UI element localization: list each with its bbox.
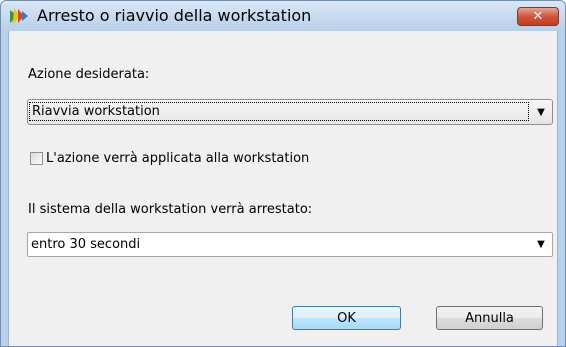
chevron-down-icon: ▼	[537, 106, 545, 118]
apply-checkbox[interactable]	[30, 152, 43, 165]
cancel-button-label: Annulla	[465, 310, 514, 326]
chevron-down-icon: ▼	[537, 239, 545, 250]
action-dropdown-value: Riavvia workstation	[29, 102, 529, 121]
window-title: Arresto o riavvio della workstation	[37, 6, 312, 25]
title-bar[interactable]: Arresto o riavvio della workstation ✕	[1, 1, 565, 31]
close-button[interactable]: ✕	[517, 7, 559, 26]
shutdown-time-dropdown[interactable]: entro 30 secondi ▼	[27, 232, 553, 257]
close-icon: ✕	[532, 9, 544, 24]
dialog-body: Azione desiderata: Riavvia workstation ▼…	[8, 31, 558, 346]
shutdown-label: Il sistema della workstation verrà arres…	[28, 202, 313, 217]
shutdown-time-value: entro 30 secondi	[31, 237, 141, 252]
ok-button-label: OK	[337, 310, 356, 326]
action-dropdown[interactable]: Riavvia workstation ▼	[27, 99, 553, 125]
cancel-button[interactable]: Annulla	[436, 306, 543, 330]
avg-logo-icon	[9, 7, 29, 25]
dialog-window: Arresto o riavvio della workstation ✕ Az…	[0, 0, 566, 347]
ok-button[interactable]: OK	[292, 306, 401, 330]
action-label: Azione desiderata:	[28, 67, 150, 82]
apply-checkbox-label[interactable]: L'azione verrà applicata alla workstatio…	[46, 151, 309, 166]
